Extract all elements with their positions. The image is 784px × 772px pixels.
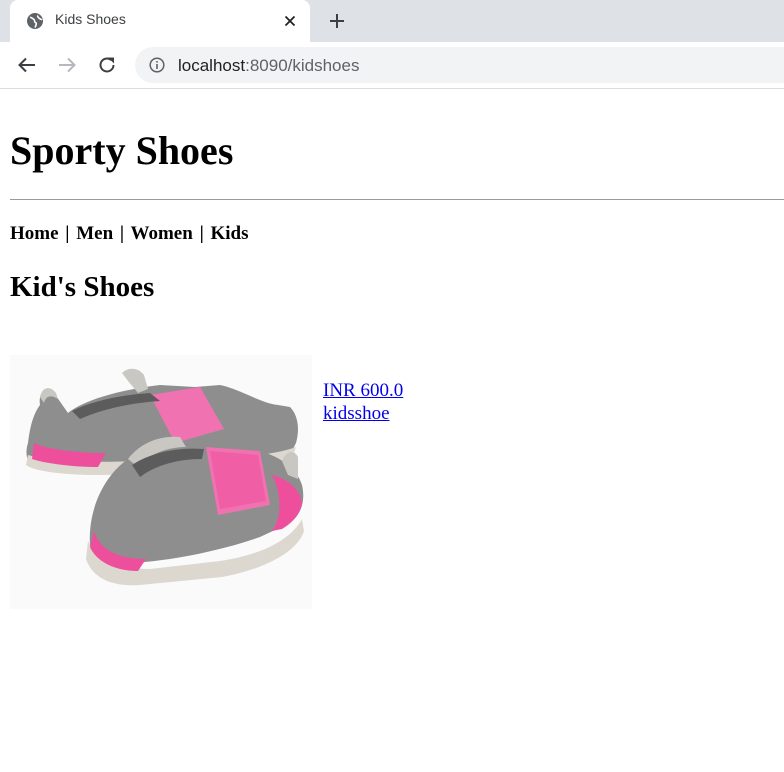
close-icon[interactable]: [281, 12, 299, 30]
page-content: Sporty Shoes Home | Men | Women | Kids K…: [0, 89, 784, 772]
product-image: [10, 355, 312, 609]
nav-link-home[interactable]: Home: [10, 223, 59, 244]
nav-separator: |: [199, 223, 204, 244]
url-host: localhost: [178, 56, 246, 75]
address-bar[interactable]: localhost:8090/kidshoes: [135, 47, 784, 83]
arrow-forward-icon[interactable]: [56, 54, 78, 76]
tab-strip: Kids Shoes: [0, 0, 784, 42]
nav-separator: |: [65, 223, 70, 244]
info-icon[interactable]: [149, 57, 165, 73]
nav-link-women[interactable]: Women: [131, 223, 193, 244]
horizontal-rule: [10, 199, 784, 200]
url-path: :8090/kidshoes: [245, 56, 360, 75]
product-price-link[interactable]: INR 600.0: [323, 379, 403, 402]
section-title: Kid's Shoes: [10, 271, 155, 303]
globe-icon: [26, 12, 44, 30]
main-nav: Home | Men | Women | Kids: [10, 223, 249, 245]
nav-separator: |: [119, 223, 125, 244]
tab-kids-shoes[interactable]: Kids Shoes: [10, 0, 310, 42]
nav-link-men[interactable]: Men: [76, 223, 113, 244]
reload-icon[interactable]: [96, 54, 118, 76]
plus-icon[interactable]: [327, 11, 347, 31]
site-title: Sporty Shoes: [10, 128, 234, 173]
browser-toolbar: localhost:8090/kidshoes: [0, 42, 784, 89]
product-info: INR 600.0 kidsshoe: [323, 379, 403, 425]
arrow-back-icon[interactable]: [16, 54, 38, 76]
tab-title: Kids Shoes: [55, 11, 126, 27]
nav-link-kids[interactable]: Kids: [211, 223, 249, 244]
product-name-link[interactable]: kidsshoe: [323, 402, 403, 425]
url-text: localhost:8090/kidshoes: [178, 56, 359, 76]
